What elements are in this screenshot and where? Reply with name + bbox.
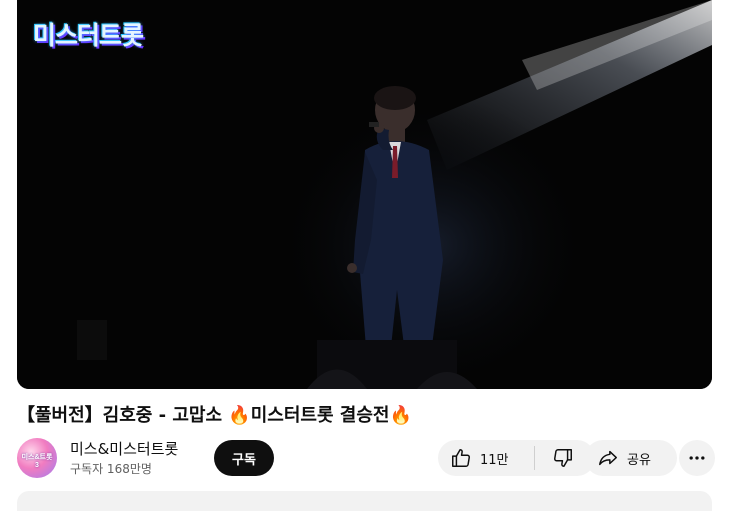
avatar-label: 미스&트롯3 (21, 454, 53, 469)
like-button[interactable]: 11만 (438, 440, 534, 476)
like-icon (450, 447, 472, 469)
video-frame (17, 0, 712, 389)
like-count: 11만 (480, 452, 509, 468)
video-player[interactable]: 미스터트롯 (17, 0, 712, 389)
share-icon (597, 447, 619, 469)
dislike-icon (552, 447, 574, 469)
show-logo: 미스터트롯 (33, 22, 144, 50)
channel-row: 미스&트롯3 미스&미스터트롯 구독자 168만명 구독 11만 공유 (17, 436, 715, 480)
share-label: 공유 (627, 452, 651, 468)
share-button[interactable]: 공유 (585, 440, 677, 476)
more-icon (687, 448, 707, 468)
video-title: 【풀버전】김호중 - 고맙소 🔥미스터트롯 결승전🔥 (17, 405, 412, 426)
description-box[interactable] (17, 491, 712, 511)
subscribe-button[interactable]: 구독 (214, 440, 274, 476)
channel-avatar[interactable]: 미스&트롯3 (17, 438, 57, 478)
subscriber-count: 구독자 168만명 (70, 462, 152, 476)
more-actions-button[interactable] (679, 440, 715, 476)
like-dislike-group: 11만 (438, 440, 595, 476)
dislike-button[interactable] (535, 440, 591, 476)
channel-name[interactable]: 미스&미스터트롯 (70, 438, 178, 459)
